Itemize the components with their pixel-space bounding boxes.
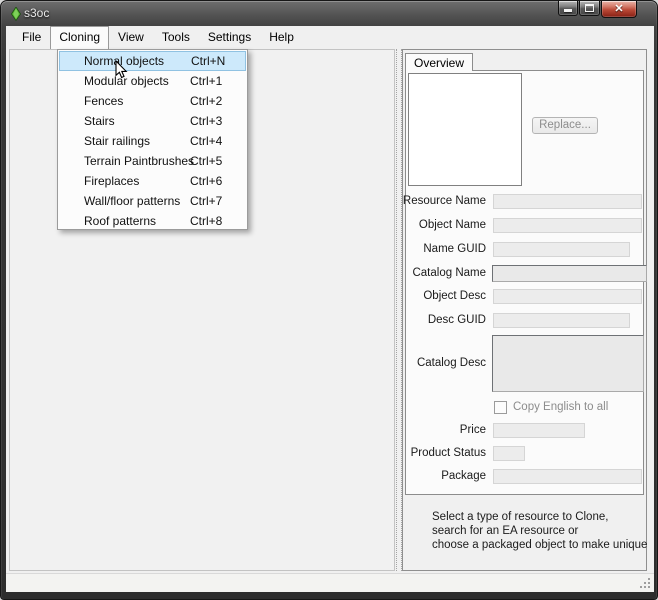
menu-item-label: Stairs <box>59 114 115 128</box>
menu-item-label: Wall/floor patterns <box>59 194 180 208</box>
catalog-desc-field[interactable] <box>492 335 644 392</box>
menu-item-stair-railings[interactable]: Stair railings Ctrl+4 <box>59 131 246 151</box>
object-name-label: Object Name <box>402 219 486 231</box>
tab-overview[interactable]: Overview <box>405 53 473 71</box>
menu-item-shortcut: Ctrl+7 <box>190 194 222 208</box>
object-preview-image <box>408 73 522 186</box>
menubar-item-cloning[interactable]: Cloning <box>50 26 109 49</box>
menu-item-terrain-paintbrushes[interactable]: Terrain Paintbrushes Ctrl+5 <box>59 151 246 171</box>
client-area: File Cloning View Tools Settings Help Ov… <box>6 26 654 592</box>
menubar-item-tools[interactable]: Tools <box>153 26 199 49</box>
menu-item-shortcut: Ctrl+1 <box>190 74 222 88</box>
menu-item-roof-patterns[interactable]: Roof patterns Ctrl+8 <box>59 211 246 231</box>
menu-item-shortcut: Ctrl+2 <box>190 94 222 108</box>
cloning-dropdown-menu: Normal objects Ctrl+N Modular objects Ct… <box>57 49 248 230</box>
menu-item-label: Stair railings <box>59 134 150 148</box>
app-window: s3oc ✕ File Cloning View Tools Settings … <box>0 0 658 600</box>
menu-item-label: Modular objects <box>59 74 169 88</box>
arrow-cursor-icon <box>115 60 129 85</box>
menubar-item-help[interactable]: Help <box>260 26 303 49</box>
replace-button[interactable]: Replace... <box>532 117 598 134</box>
copy-english-checkbox[interactable] <box>494 401 507 414</box>
help-text-line3: choose a packaged object to make unique <box>432 538 647 552</box>
catalog-name-label: Catalog Name <box>402 267 486 279</box>
price-label: Price <box>402 424 486 436</box>
menubar-item-view[interactable]: View <box>109 26 153 49</box>
minimize-button[interactable] <box>558 1 578 16</box>
object-desc-label: Object Desc <box>402 290 486 302</box>
overview-tab-page: Replace... Resource Name Object Name Nam… <box>405 70 644 495</box>
title-bar[interactable]: s3oc ✕ <box>1 1 657 26</box>
desc-guid-field[interactable] <box>493 313 630 328</box>
plumbob-diamond-icon <box>11 7 21 26</box>
resource-name-label: Resource Name <box>402 195 486 207</box>
package-field[interactable] <box>493 469 642 484</box>
status-bar <box>6 573 654 592</box>
help-text-line2: search for an EA resource or <box>432 524 647 538</box>
package-label: Package <box>402 470 486 482</box>
catalog-desc-label: Catalog Desc <box>402 357 486 369</box>
minimize-icon <box>564 9 572 12</box>
desc-guid-label: Desc GUID <box>402 314 486 326</box>
name-guid-field[interactable] <box>493 242 630 257</box>
object-desc-field[interactable] <box>493 289 642 304</box>
help-text-line1: Select a type of resource to Clone, <box>432 510 647 524</box>
menu-item-modular-objects[interactable]: Modular objects Ctrl+1 <box>59 71 246 91</box>
close-button[interactable]: ✕ <box>601 1 637 18</box>
copy-english-label: Copy English to all <box>513 401 608 413</box>
name-guid-label: Name GUID <box>402 243 486 255</box>
menu-item-stairs[interactable]: Stairs Ctrl+3 <box>59 111 246 131</box>
window-title: s3oc <box>24 6 49 20</box>
catalog-name-field[interactable] <box>492 265 647 282</box>
menu-item-shortcut: Ctrl+3 <box>190 114 222 128</box>
menu-item-fireplaces[interactable]: Fireplaces Ctrl+6 <box>59 171 246 191</box>
object-name-field[interactable] <box>493 218 642 233</box>
menu-item-shortcut: Ctrl+8 <box>190 214 222 228</box>
menu-item-shortcut: Ctrl+4 <box>190 134 222 148</box>
resize-grip-icon[interactable] <box>648 586 650 588</box>
menu-item-normal-objects[interactable]: Normal objects Ctrl+N <box>59 51 246 71</box>
menu-item-shortcut: Ctrl+6 <box>190 174 222 188</box>
menu-item-fences[interactable]: Fences Ctrl+2 <box>59 91 246 111</box>
menu-item-label: Fireplaces <box>59 174 139 188</box>
menu-item-label: Fences <box>59 94 123 108</box>
maximize-icon <box>585 4 594 12</box>
close-icon: ✕ <box>614 2 623 17</box>
overview-panel: Overview Replace... Resource Name Object… <box>402 49 647 571</box>
menubar-item-settings[interactable]: Settings <box>199 26 260 49</box>
help-text: Select a type of resource to Clone, sear… <box>432 510 647 552</box>
menu-item-shortcut: Ctrl+N <box>191 54 225 68</box>
menu-item-wall-floor-patterns[interactable]: Wall/floor patterns Ctrl+7 <box>59 191 246 211</box>
product-status-label: Product Status <box>402 447 486 459</box>
menu-item-label: Roof patterns <box>59 214 156 228</box>
resource-name-field[interactable] <box>493 194 642 209</box>
menu-bar: File Cloning View Tools Settings Help <box>6 26 654 49</box>
menubar-item-file[interactable]: File <box>13 26 50 49</box>
menu-item-shortcut: Ctrl+5 <box>190 154 222 168</box>
maximize-button[interactable] <box>579 1 600 16</box>
product-status-field[interactable] <box>493 446 525 461</box>
menu-item-label: Normal objects <box>60 54 164 68</box>
price-field[interactable] <box>493 423 585 438</box>
menu-item-label: Terrain Paintbrushes <box>59 154 194 168</box>
